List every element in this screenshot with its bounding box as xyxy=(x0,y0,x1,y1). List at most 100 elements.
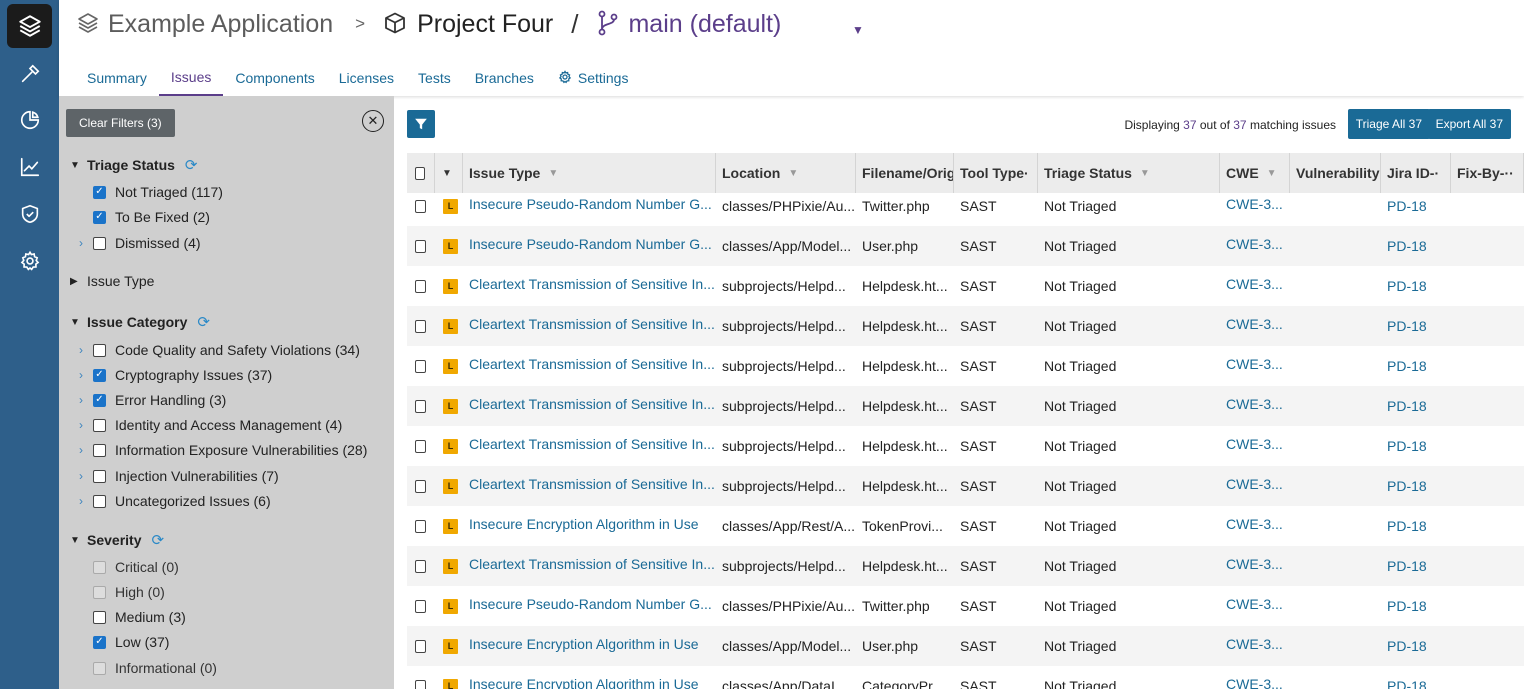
expand-chevron-icon[interactable]: › xyxy=(79,343,93,357)
row-checkbox[interactable] xyxy=(415,559,426,573)
checkbox[interactable]: ✓ xyxy=(93,368,106,382)
tab-licenses[interactable]: Licenses xyxy=(327,60,406,96)
checkbox[interactable]: ✓ xyxy=(93,393,106,407)
row-checkbox[interactable] xyxy=(415,679,426,689)
hammer-icon[interactable] xyxy=(17,61,43,87)
issue-type-link[interactable]: Cleartext Transmission of Sensitive In..… xyxy=(463,306,716,346)
row-checkbox[interactable] xyxy=(415,599,426,613)
expand-chevron-icon[interactable]: › xyxy=(79,469,93,483)
cwe-link[interactable]: CWE-3... xyxy=(1220,666,1290,689)
jira-id-link[interactable]: PD-18 xyxy=(1381,586,1451,626)
refresh-icon[interactable]: ⟳ xyxy=(197,313,210,331)
jira-id-link[interactable]: PD-18 xyxy=(1381,306,1451,346)
cwe-link[interactable]: CWE-3... xyxy=(1220,546,1290,586)
export-all-button[interactable]: Export All 37 xyxy=(1427,109,1511,139)
jira-id-link[interactable]: PD-18 xyxy=(1381,466,1451,506)
table-row[interactable]: L Cleartext Transmission of Sensitive In.… xyxy=(407,466,1524,506)
expand-chevron-icon[interactable]: › xyxy=(79,236,93,250)
issue-type-link[interactable]: Insecure Pseudo-Random Number G... xyxy=(463,186,716,226)
checkbox[interactable] xyxy=(93,236,106,250)
severity-header[interactable]: ▼ Severity ⟳ xyxy=(70,531,164,549)
jira-id-link[interactable]: PD-18 xyxy=(1381,266,1451,306)
checkbox[interactable]: ✓ xyxy=(93,635,106,649)
issue-type-link[interactable]: Cleartext Transmission of Sensitive In..… xyxy=(463,346,716,386)
row-checkbox[interactable] xyxy=(415,279,426,293)
issue-type-header[interactable]: ▶ Issue Type xyxy=(70,273,154,289)
tab-summary[interactable]: Summary xyxy=(75,60,159,96)
table-row[interactable]: L Insecure Pseudo-Random Number G... class… xyxy=(407,586,1524,626)
tab-components[interactable]: Components xyxy=(223,60,326,96)
shield-check-icon[interactable] xyxy=(17,201,43,227)
issue-type-link[interactable]: Cleartext Transmission of Sensitive In..… xyxy=(463,386,716,426)
issue-type-link[interactable]: Cleartext Transmission of Sensitive In..… xyxy=(463,466,716,506)
branch-dropdown-caret-icon[interactable]: ▼ xyxy=(852,13,864,47)
issue-type-link[interactable]: Cleartext Transmission of Sensitive In..… xyxy=(463,266,716,306)
table-row[interactable]: L Cleartext Transmission of Sensitive In.… xyxy=(407,546,1524,586)
trend-chart-icon[interactable] xyxy=(17,154,43,180)
refresh-icon[interactable]: ⟳ xyxy=(185,156,198,174)
table-row[interactable]: L Cleartext Transmission of Sensitive In.… xyxy=(407,346,1524,386)
cwe-link[interactable]: CWE-3... xyxy=(1220,306,1290,346)
expand-chevron-icon[interactable]: › xyxy=(79,418,93,432)
row-checkbox[interactable] xyxy=(415,639,426,653)
cwe-link[interactable]: CWE-3... xyxy=(1220,186,1290,226)
table-row[interactable]: L Cleartext Transmission of Sensitive In.… xyxy=(407,306,1524,346)
filter-toggle-button[interactable] xyxy=(407,110,435,138)
expand-chevron-icon[interactable]: › xyxy=(79,393,93,407)
row-checkbox[interactable] xyxy=(415,239,426,253)
jira-id-link[interactable]: PD-18 xyxy=(1381,626,1451,666)
cwe-link[interactable]: CWE-3... xyxy=(1220,466,1290,506)
triage-all-button[interactable]: Triage All 37 xyxy=(1347,109,1430,139)
table-row[interactable]: L Cleartext Transmission of Sensitive In.… xyxy=(407,266,1524,306)
checkbox[interactable] xyxy=(93,443,106,457)
clear-filters-button[interactable]: Clear Filters (3) xyxy=(66,109,175,137)
checkbox[interactable]: ✓ xyxy=(93,210,106,224)
table-row[interactable]: L Insecure Encryption Algorithm in Use cla… xyxy=(407,666,1524,689)
jira-id-link[interactable]: PD-18 xyxy=(1381,346,1451,386)
table-row[interactable]: L Insecure Encryption Algorithm in Use cla… xyxy=(407,506,1524,546)
cwe-link[interactable]: CWE-3... xyxy=(1220,346,1290,386)
issue-type-link[interactable]: Insecure Pseudo-Random Number G... xyxy=(463,586,716,626)
row-checkbox[interactable] xyxy=(415,479,426,493)
issue-type-link[interactable]: Insecure Pseudo-Random Number G... xyxy=(463,226,716,266)
row-checkbox[interactable] xyxy=(415,199,426,213)
triage-status-header[interactable]: ▼ Triage Status ⟳ xyxy=(70,156,198,174)
issue-type-link[interactable]: Insecure Encryption Algorithm in Use xyxy=(463,666,716,689)
app-logo-icon[interactable] xyxy=(7,4,52,48)
checkbox[interactable]: ✓ xyxy=(93,185,106,199)
row-checkbox[interactable] xyxy=(415,359,426,373)
jira-id-link[interactable]: PD-18 xyxy=(1381,226,1451,266)
row-checkbox[interactable] xyxy=(415,399,426,413)
issue-type-link[interactable]: Cleartext Transmission of Sensitive In..… xyxy=(463,546,716,586)
cwe-link[interactable]: CWE-3... xyxy=(1220,266,1290,306)
table-row[interactable]: L Insecure Pseudo-Random Number G... class… xyxy=(407,186,1524,226)
select-all-checkbox[interactable] xyxy=(415,166,425,180)
issue-category-header[interactable]: ▼ Issue Category ⟳ xyxy=(70,313,210,331)
close-filters-icon[interactable]: ✕ xyxy=(362,110,384,132)
issue-type-link[interactable]: Cleartext Transmission of Sensitive In..… xyxy=(463,426,716,466)
jira-id-link[interactable]: PD-18 xyxy=(1381,386,1451,426)
row-checkbox[interactable] xyxy=(415,439,426,453)
checkbox[interactable] xyxy=(93,418,106,432)
branch-selector[interactable]: main (default) xyxy=(628,10,781,39)
tab-branches[interactable]: Branches xyxy=(463,60,546,96)
checkbox[interactable] xyxy=(93,494,106,508)
checkbox[interactable] xyxy=(93,610,106,624)
cwe-link[interactable]: CWE-3... xyxy=(1220,386,1290,426)
table-row[interactable]: L Insecure Pseudo-Random Number G... class… xyxy=(407,226,1524,266)
expand-chevron-icon[interactable]: › xyxy=(79,443,93,457)
cwe-link[interactable]: CWE-3... xyxy=(1220,226,1290,266)
refresh-icon[interactable]: ⟳ xyxy=(151,531,164,549)
expand-chevron-icon[interactable]: › xyxy=(79,368,93,382)
settings-gear-icon[interactable] xyxy=(17,248,43,274)
table-row[interactable]: L Cleartext Transmission of Sensitive In.… xyxy=(407,426,1524,466)
pie-chart-icon[interactable] xyxy=(17,107,43,133)
breadcrumb-application[interactable]: Example Application xyxy=(108,10,333,39)
cwe-link[interactable]: CWE-3... xyxy=(1220,426,1290,466)
tab-settings[interactable]: Settings xyxy=(546,60,641,96)
jira-id-link[interactable]: PD-18 xyxy=(1381,546,1451,586)
row-checkbox[interactable] xyxy=(415,519,426,533)
checkbox[interactable] xyxy=(93,469,106,483)
checkbox[interactable] xyxy=(93,343,106,357)
jira-id-link[interactable]: PD-18 xyxy=(1381,666,1451,689)
